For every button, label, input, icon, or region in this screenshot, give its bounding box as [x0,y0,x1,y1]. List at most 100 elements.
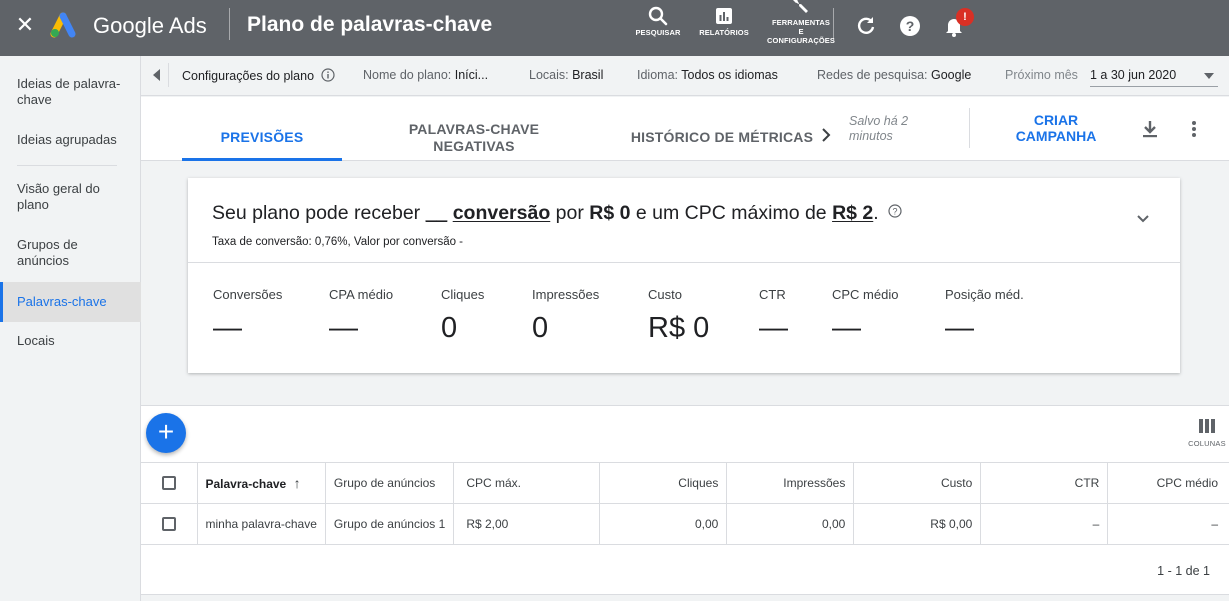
page-title: Plano de palavras-chave [247,13,493,36]
tabs-bar: PREVISÕES PALAVRAS-CHAVE NEGATIVAS HISTÓ… [141,97,1229,161]
google-ads-logo-icon [50,12,76,38]
select-all-cell [141,462,198,504]
pagination-text: 1 - 1 de 1 [1157,564,1210,578]
headline-text-2: por [550,202,590,224]
cell-max-cpc[interactable]: R$ 2,00 [453,503,601,545]
header-avg-cpc[interactable]: CPC médio [1107,462,1229,504]
plan-name-value: Iníci... [454,68,489,82]
conversion-rate-text: Taxa de conversão: 0,76%, Valor por conv… [212,236,464,248]
locations-value: Brasil [572,68,604,82]
header-cost[interactable]: Custo [853,462,982,504]
cell-keyword[interactable]: minha palavra-chave [197,503,326,545]
reports-tool-button[interactable]: RELATÓRIOS [696,4,752,37]
saved-status-line1: Salvo há 2 [849,114,909,128]
max-cpc-link[interactable]: R$ 2 [832,202,873,224]
create-campaign-line1: CRIAR [1033,112,1079,128]
tab-forecasts[interactable]: PREVISÕES [182,97,342,161]
plan-settings-bar: Configurações do plano Nome do plano: In… [141,56,1229,96]
search-networks-setting[interactable]: Redes de pesquisa: Google [817,68,971,82]
create-campaign-line2: CAMPANHA [1015,128,1097,144]
close-icon[interactable]: ✕ [14,14,36,36]
forecast-period-label: Próximo mês [1005,68,1078,82]
refresh-icon[interactable] [854,14,878,38]
metric-value-clicks: 0 [441,312,458,344]
columns-label: COLUNAS [1188,439,1226,448]
wrench-icon [793,0,808,13]
metric-label-clicks: Cliques [441,287,485,302]
sidebar-item-keyword-ideas[interactable]: Ideias de palavra-chave [0,76,141,108]
forecast-card: Seu plano pode receber __ conversão por … [188,178,1180,373]
sort-ascending-icon: ↑ [293,475,301,491]
select-all-checkbox[interactable] [162,476,176,491]
columns-button[interactable]: COLUNAS [1185,418,1229,448]
locations-setting[interactable]: Locais: Brasil [529,68,603,82]
sidebar-item-plan-overview[interactable]: Visão geral do plano [0,181,141,213]
tab-historical-metrics[interactable]: HISTÓRICO DE MÉTRICAS [629,97,815,161]
headline-text-4: . [873,202,879,224]
header-ad-group[interactable]: Grupo de anúncios [325,462,455,504]
search-tool-label: PESQUISAR [635,28,681,37]
help-icon[interactable]: ? [898,14,922,38]
collapse-sidebar-button[interactable] [141,63,169,87]
language-key: Idioma: [637,68,678,82]
headline-text-1: Seu plano pode receber [212,202,426,224]
chevron-down-icon[interactable] [1136,214,1150,224]
row-checkbox[interactable] [162,517,176,532]
sidebar-item-grouped-ideas[interactable]: Ideias agrupadas [0,132,141,148]
locations-key: Locais: [529,68,569,82]
forecast-headline: Seu plano pode receber __ conversão por … [212,202,902,225]
search-tool-button[interactable]: PESQUISAR [632,4,684,37]
date-range-dropdown[interactable]: 1 a 30 jun 2020 [1090,65,1218,87]
tab-negative-keywords-line2: NEGATIVAS [433,138,515,154]
svg-text:?: ? [893,207,898,217]
metric-label-conversions: Conversões [213,287,283,302]
chevron-right-icon[interactable] [819,127,833,143]
header-impressions[interactable]: Impressões [726,462,855,504]
tools-settings-button[interactable]: FERRAMENTAS E CONFIGURAÇÕES [764,0,838,45]
plan-name-setting[interactable]: Nome do plano: Iníci... [363,68,488,82]
header-clicks[interactable]: Cliques [599,462,728,504]
more-vert-icon[interactable] [1187,119,1201,139]
cell-clicks: 0,00 [599,503,728,545]
sidebar-item-ad-groups[interactable]: Grupos de anúncios [0,237,141,269]
keywords-table: Palavra-chave ↑ Grupo de anúncios CPC má… [141,462,1229,545]
networks-key: Redes de pesquisa: [817,68,928,82]
cell-ad-group[interactable]: Grupo de anúncios 1 [325,503,455,545]
metric-value-impressions: 0 [532,312,549,344]
conversion-link[interactable]: conversão [453,202,551,224]
top-bar: ✕ Google Ads Plano de palavras-chave PES… [0,0,1229,56]
tab-negative-keywords-line1: PALAVRAS-CHAVE [408,121,540,137]
info-icon [320,68,335,82]
caret-left-icon [153,69,160,81]
sidebar-item-locations[interactable]: Locais [0,333,141,349]
header-ctr[interactable]: CTR [980,462,1109,504]
help-circle-icon[interactable]: ? [888,204,902,218]
conversions-blank[interactable]: __ [426,202,448,224]
table-row: minha palavra-chave Grupo de anúncios 1 … [141,503,1229,545]
tools-label-line3: CONFIGURAÇÕES [767,36,835,45]
cell-cost: R$ 0,00 [853,503,982,545]
title-divider [229,8,230,40]
download-icon[interactable] [1140,119,1160,139]
header-max-cpc[interactable]: CPC máx. [453,462,601,504]
svg-text:?: ? [906,18,915,34]
tools-label-line1: FERRAMENTAS [771,18,831,27]
header-keyword[interactable]: Palavra-chave ↑ [197,462,326,504]
language-value: Todos os idiomas [681,68,778,82]
headline-cost: R$ 0 [589,202,631,224]
sidebar-item-keywords[interactable]: Palavras-chave [0,282,141,322]
metric-value-ctr: — [759,312,788,344]
reports-tool-label: RELATÓRIOS [699,28,749,37]
add-keyword-button[interactable]: + [146,413,186,453]
plan-settings-link[interactable]: Configurações do plano [182,68,335,83]
tools-divider [833,8,834,40]
card-divider [188,262,1180,263]
tab-negative-keywords[interactable]: PALAVRAS-CHAVE NEGATIVAS [385,97,563,161]
cell-ctr: – [980,503,1109,545]
create-campaign-button[interactable]: CRIAR CAMPANHA [991,112,1121,144]
networks-value: Google [930,68,972,82]
metric-label-avg-position: Posição méd. [945,287,1024,302]
metric-label-impressions: Impressões [532,287,600,302]
language-setting[interactable]: Idioma: Todos os idiomas [637,68,778,82]
tabs-divider [969,108,970,148]
